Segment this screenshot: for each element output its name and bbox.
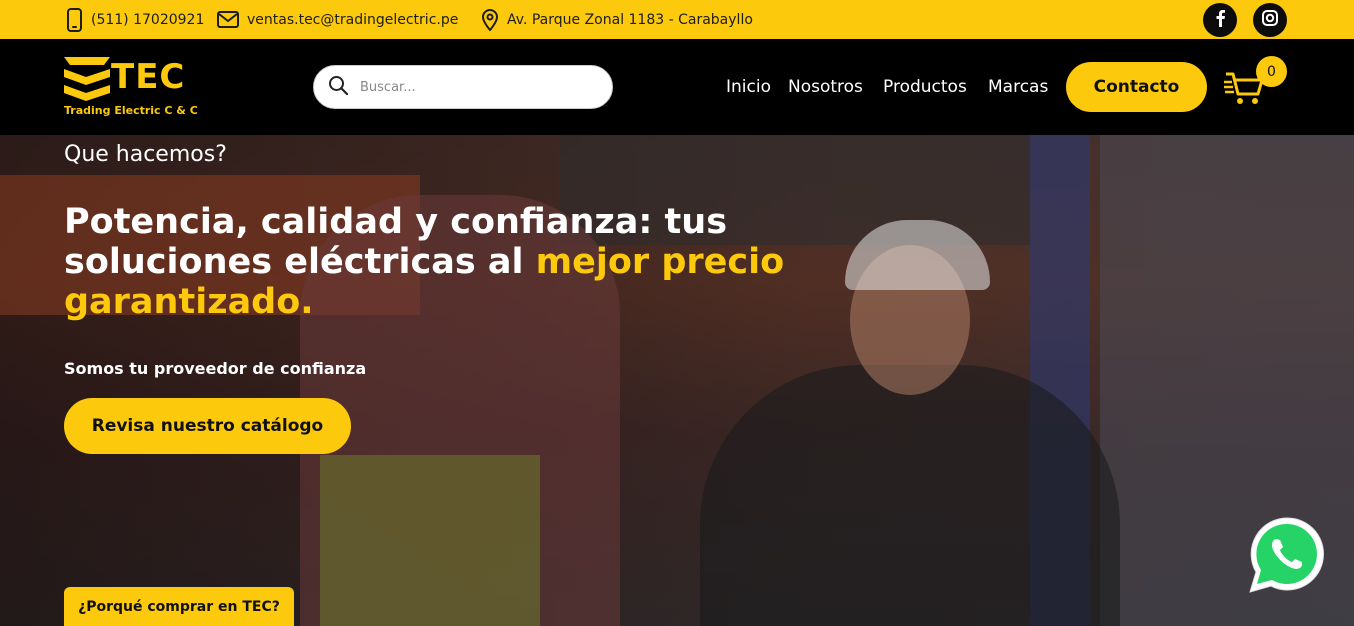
hero-subtitle: Somos tu proveedor de confianza [64, 359, 367, 378]
catalog-button[interactable]: Revisa nuestro catálogo [64, 398, 351, 454]
hero-title: Potencia, calidad y confianza: tus soluc… [64, 202, 824, 322]
phone-number: (511) 17020921 [91, 11, 205, 28]
phone-contact[interactable]: (511) 17020921 [66, 0, 204, 39]
logo-text: TEC [111, 57, 186, 97]
nav-link-marcas[interactable]: Marcas [988, 77, 1048, 97]
nav-item-nosotros[interactable]: Nosotros [788, 39, 863, 135]
instagram-link[interactable] [1253, 3, 1287, 37]
address-contact[interactable]: Av. Parque Zonal 1183 - Carabayllo [481, 0, 753, 39]
search-box[interactable] [313, 65, 613, 109]
email-address: ventas.tec@tradingelectric.pe [247, 11, 459, 28]
location-icon [481, 8, 499, 31]
hero-kicker: Que hacemos? [64, 142, 227, 167]
logo-subtitle: Trading Electric C & C [64, 104, 198, 117]
background-vest-shape [320, 455, 540, 626]
whatsapp-icon [1249, 517, 1324, 593]
background-engineer-shape [700, 365, 1120, 626]
instagram-icon [1261, 9, 1279, 31]
mail-icon [217, 11, 239, 28]
phone-icon [66, 7, 83, 32]
top-contact-bar: (511) 17020921 ventas.tec@tradingelectri… [0, 0, 1354, 39]
facebook-link[interactable] [1203, 3, 1237, 37]
address-text: Av. Parque Zonal 1183 - Carabayllo [507, 11, 753, 28]
why-buy-tab[interactable]: ¿Porqué comprar en TEC? [64, 587, 294, 626]
nav-link-nosotros[interactable]: Nosotros [788, 77, 863, 97]
whatsapp-button[interactable] [1246, 514, 1328, 596]
main-header: TEC Trading Electric C & C Inicio Nosotr… [0, 39, 1354, 135]
search-icon[interactable] [314, 75, 349, 99]
nav-item-inicio[interactable]: Inicio [726, 39, 771, 135]
nav-link-productos[interactable]: Productos [883, 77, 967, 97]
cart-count-badge: 0 [1256, 56, 1287, 87]
hero-section: Que hacemos? Potencia, calidad y confian… [0, 135, 1354, 626]
facebook-icon [1214, 9, 1226, 31]
logo-mark-icon [64, 57, 110, 101]
search-input[interactable] [360, 79, 580, 95]
contact-button[interactable]: Contacto [1066, 62, 1207, 112]
email-contact[interactable]: ventas.tec@tradingelectric.pe [217, 0, 458, 39]
nav-item-productos[interactable]: Productos [883, 39, 967, 135]
site-logo[interactable]: TEC Trading Electric C & C [64, 55, 204, 119]
nav-item-marcas[interactable]: Marcas [988, 39, 1048, 135]
nav-link-inicio[interactable]: Inicio [726, 77, 771, 97]
